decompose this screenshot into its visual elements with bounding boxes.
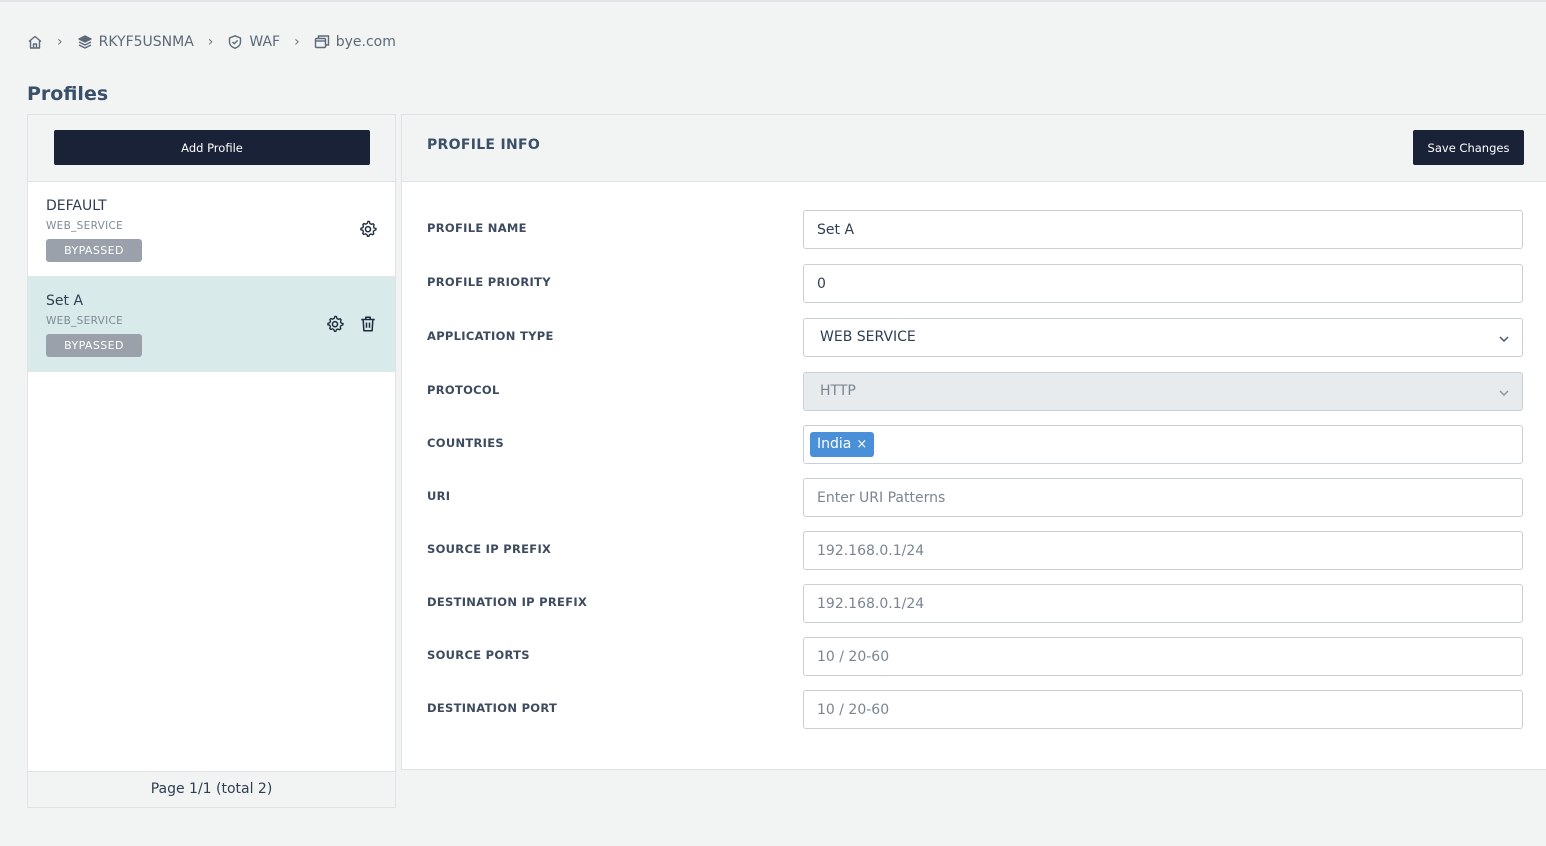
breadcrumb-separator: › bbox=[294, 34, 300, 50]
uri-field[interactable] bbox=[803, 478, 1523, 517]
application-type-row: APPLICATION TYPE WEB SERVICE bbox=[402, 318, 1546, 357]
profile-info-header: PROFILE INFO Save Changes bbox=[402, 115, 1546, 182]
application-type-label: APPLICATION TYPE bbox=[427, 329, 554, 343]
profile-list-header: Add Profile bbox=[28, 115, 395, 182]
destination-port-field[interactable] bbox=[803, 690, 1523, 729]
breadcrumb-project[interactable]: RKYF5USNMA bbox=[77, 34, 194, 50]
home-icon bbox=[28, 35, 42, 49]
countries-row: COUNTRIES India × bbox=[402, 425, 1546, 464]
profile-name-label: PROFILE NAME bbox=[427, 221, 527, 235]
layers-icon bbox=[77, 35, 92, 49]
protocol-value: HTTP bbox=[820, 383, 856, 399]
shield-icon bbox=[229, 35, 242, 49]
profile-name: Set A bbox=[46, 293, 84, 309]
source-ports-field[interactable] bbox=[803, 637, 1523, 676]
application-type-value: WEB SERVICE bbox=[820, 329, 916, 345]
page-title: Profiles bbox=[27, 83, 109, 105]
add-profile-button[interactable]: Add Profile bbox=[54, 130, 370, 165]
destination-ip-label: DESTINATION IP PREFIX bbox=[427, 595, 588, 609]
profile-priority-label: PROFILE PRIORITY bbox=[427, 275, 551, 289]
source-ip-label: SOURCE IP PREFIX bbox=[427, 542, 552, 556]
settings-gear-icon[interactable] bbox=[326, 315, 344, 333]
remove-tag-icon[interactable]: × bbox=[856, 437, 867, 452]
source-ip-row: SOURCE IP PREFIX bbox=[402, 531, 1546, 570]
breadcrumb-domain-label: bye.com bbox=[335, 34, 396, 50]
destination-ip-field[interactable] bbox=[803, 584, 1523, 623]
country-tag-label: India bbox=[817, 436, 852, 452]
profile-list-panel: Add Profile DEFAULT WEB_SERVICE BYPASSED… bbox=[27, 114, 396, 808]
breadcrumb-project-label: RKYF5USNMA bbox=[98, 34, 194, 50]
profile-name-row: PROFILE NAME bbox=[402, 210, 1546, 249]
destination-port-row: DESTINATION PORT bbox=[402, 690, 1546, 729]
trash-icon[interactable] bbox=[359, 315, 377, 333]
pagination-info: Page 1/1 (total 2) bbox=[28, 771, 395, 807]
save-changes-button[interactable]: Save Changes bbox=[1413, 130, 1524, 165]
profile-info-title: PROFILE INFO bbox=[427, 137, 541, 153]
status-badge: BYPASSED bbox=[46, 239, 142, 262]
breadcrumb-waf[interactable]: WAF bbox=[227, 34, 280, 50]
destination-ip-row: DESTINATION IP PREFIX bbox=[402, 584, 1546, 623]
profile-type: WEB_SERVICE bbox=[46, 220, 124, 232]
chevron-down-icon bbox=[1499, 336, 1509, 343]
breadcrumb-domain[interactable]: bye.com bbox=[314, 34, 396, 50]
profile-priority-field[interactable] bbox=[803, 264, 1523, 303]
source-ports-label: SOURCE PORTS bbox=[427, 648, 530, 662]
countries-tag-input[interactable]: India × bbox=[803, 425, 1523, 464]
destination-port-label: DESTINATION PORT bbox=[427, 701, 558, 715]
status-badge: BYPASSED bbox=[46, 334, 142, 357]
application-type-select[interactable]: WEB SERVICE bbox=[803, 318, 1523, 357]
breadcrumb-separator: › bbox=[207, 34, 214, 50]
profile-item-set-a[interactable]: Set A WEB_SERVICE BYPASSED bbox=[28, 277, 395, 372]
settings-gear-icon[interactable] bbox=[359, 220, 377, 238]
breadcrumb: › RKYF5USNMA › WAF › bye.com bbox=[27, 32, 396, 52]
breadcrumb-waf-label: WAF bbox=[249, 34, 281, 50]
source-ports-row: SOURCE PORTS bbox=[402, 637, 1546, 676]
breadcrumb-home[interactable] bbox=[27, 34, 43, 50]
protocol-row: PROTOCOL HTTP bbox=[402, 372, 1546, 411]
uri-row: URI bbox=[402, 478, 1546, 517]
window-icon bbox=[314, 35, 329, 49]
countries-label: COUNTRIES bbox=[427, 436, 504, 450]
uri-label: URI bbox=[427, 489, 451, 503]
profile-name: DEFAULT bbox=[46, 198, 107, 214]
profile-name-field[interactable] bbox=[803, 210, 1523, 249]
profile-priority-row: PROFILE PRIORITY bbox=[402, 264, 1546, 303]
profile-info-panel: PROFILE INFO Save Changes PROFILE NAME P… bbox=[401, 114, 1546, 770]
profile-type: WEB_SERVICE bbox=[46, 315, 124, 327]
chevron-down-icon bbox=[1499, 390, 1509, 397]
breadcrumb-separator: › bbox=[57, 34, 63, 50]
protocol-label: PROTOCOL bbox=[427, 383, 500, 397]
country-tag: India × bbox=[810, 432, 875, 457]
source-ip-field[interactable] bbox=[803, 531, 1523, 570]
profile-item-default[interactable]: DEFAULT WEB_SERVICE BYPASSED bbox=[28, 182, 395, 277]
protocol-select: HTTP bbox=[803, 372, 1523, 411]
